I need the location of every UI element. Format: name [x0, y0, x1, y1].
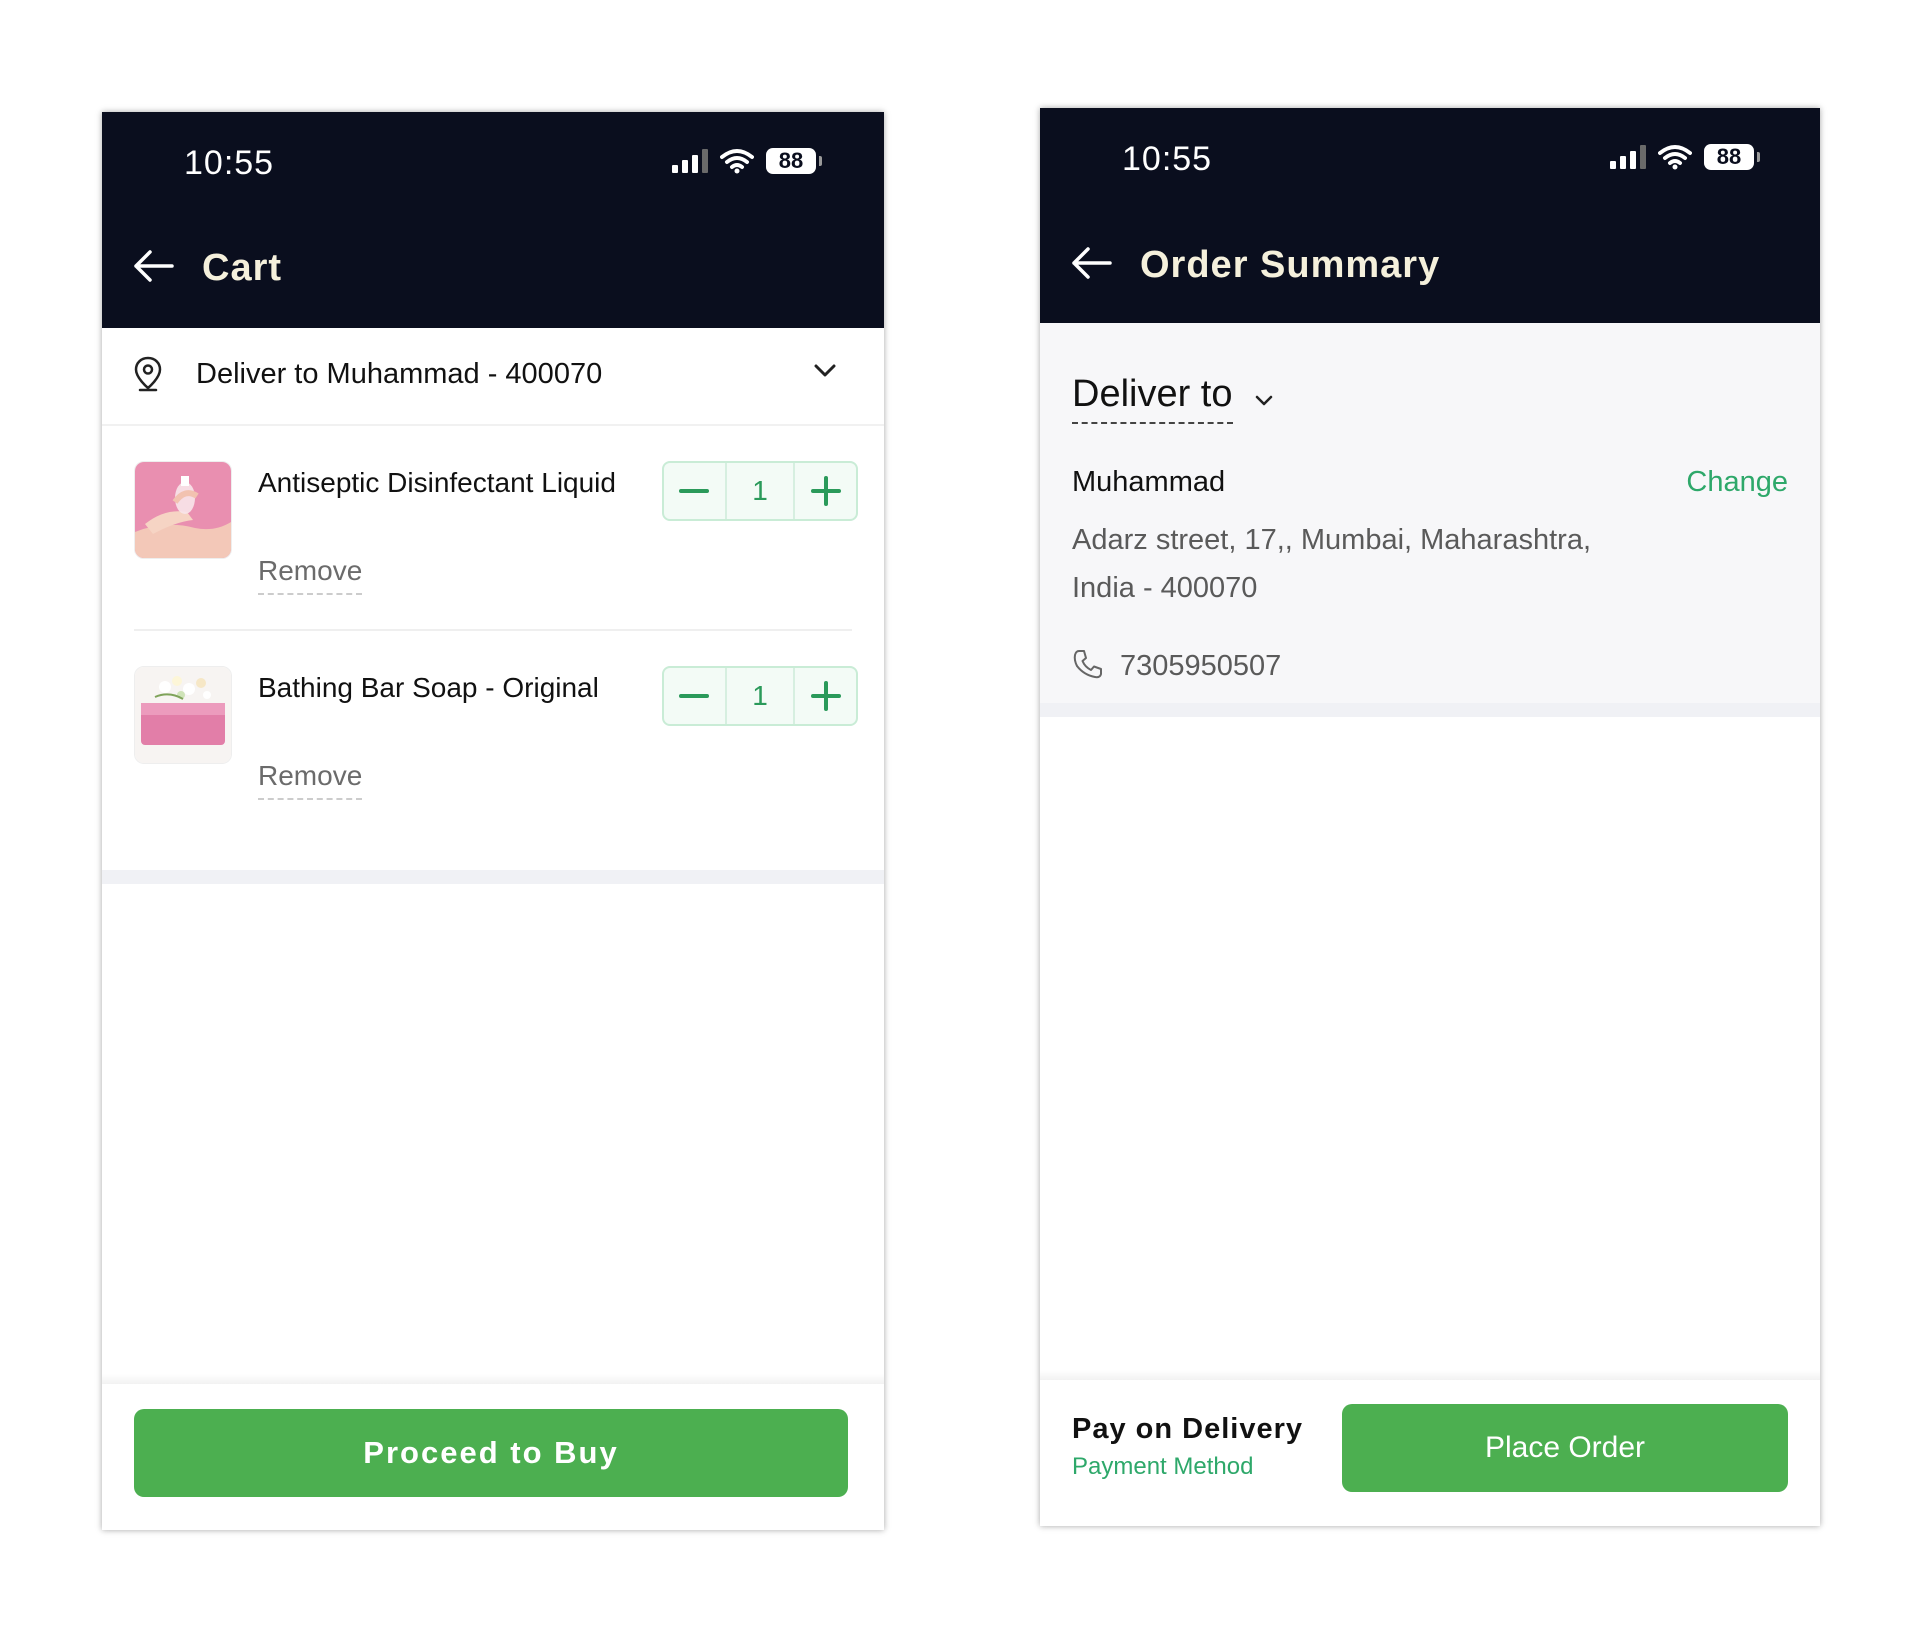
status-time: 10:55 — [1122, 140, 1213, 178]
product-image-disinfectant — [134, 461, 232, 559]
deliver-to-dropdown[interactable]: Deliver to — [1072, 373, 1233, 424]
footer-divider — [1040, 1370, 1820, 1380]
remove-button[interactable]: Remove — [258, 760, 363, 800]
product-name: Antiseptic Disinfectant Liquid — [258, 467, 616, 498]
plus-icon — [810, 476, 841, 506]
footer-divider — [102, 1374, 884, 1384]
decrease-quantity-button[interactable] — [664, 668, 725, 724]
item-divider — [134, 629, 852, 631]
status-icons: 88 — [1610, 144, 1760, 170]
recipient-name: Muhammad — [1072, 466, 1226, 498]
minus-icon — [679, 694, 710, 698]
summary-header-bar: 10:55 88 Order Summary — [1040, 108, 1820, 323]
wifi-icon — [1658, 145, 1692, 170]
cart-header-bar: 10:55 88 Cart — [102, 112, 884, 328]
chevron-down-icon[interactable] — [1255, 395, 1273, 407]
delivery-address-label: Deliver to Muhammad - 400070 — [196, 358, 603, 390]
battery-icon: 88 — [766, 148, 822, 174]
page-title: Order Summary — [1140, 244, 1441, 286]
cart-screen: 10:55 88 Cart Deliver to Muhammad - 4000… — [102, 112, 884, 1530]
decrease-quantity-button[interactable] — [664, 463, 725, 519]
status-time: 10:55 — [184, 144, 275, 182]
place-order-button[interactable]: Place Order — [1342, 1404, 1788, 1492]
order-summary-screen: 10:55 88 Order Summary Deliver to Muhamm… — [1040, 108, 1820, 1526]
increase-quantity-button[interactable] — [795, 668, 856, 724]
remove-button[interactable]: Remove — [258, 555, 363, 595]
wifi-icon — [720, 149, 754, 174]
chevron-down-icon[interactable] — [814, 364, 836, 378]
change-address-link[interactable]: Change — [1686, 466, 1788, 499]
page-title: Cart — [202, 247, 283, 289]
payment-method-value[interactable]: Pay on Delivery — [1072, 1413, 1303, 1446]
quantity-value: 1 — [724, 463, 796, 519]
quantity-stepper: 1 — [662, 461, 858, 521]
quantity-value: 1 — [724, 668, 796, 724]
increase-quantity-button[interactable] — [795, 463, 856, 519]
delivery-address-panel: Deliver to Muhammad Change Adarz street,… — [1040, 323, 1820, 703]
phone-number: 7305950507 — [1120, 650, 1282, 682]
cart-item: Bathing Bar Soap - Original Remove 1 — [102, 666, 884, 846]
proceed-to-buy-button[interactable]: Proceed to Buy — [134, 1409, 848, 1497]
location-pin-icon — [134, 356, 162, 392]
section-divider — [102, 870, 884, 884]
battery-icon: 88 — [1704, 144, 1760, 170]
minus-icon — [679, 489, 710, 493]
address-line: India - 400070 — [1072, 572, 1258, 604]
quantity-stepper: 1 — [662, 666, 858, 726]
phone-icon — [1073, 650, 1102, 679]
cart-item: Antiseptic Disinfectant Liquid Remove 1 — [102, 461, 884, 641]
product-image-soap — [134, 666, 232, 764]
signal-icon — [1610, 145, 1646, 169]
signal-icon — [672, 149, 708, 173]
product-name: Bathing Bar Soap - Original — [258, 672, 599, 703]
back-arrow-icon[interactable] — [132, 248, 174, 284]
status-icons: 88 — [672, 148, 822, 174]
back-arrow-icon[interactable] — [1070, 245, 1112, 281]
payment-method-label[interactable]: Payment Method — [1072, 1453, 1253, 1481]
address-line: Adarz street, 17,, Mumbai, Maharashtra, — [1072, 524, 1591, 556]
delivery-selector[interactable]: Deliver to Muhammad - 400070 — [102, 328, 884, 426]
plus-icon — [810, 681, 841, 711]
section-divider — [1040, 703, 1820, 717]
